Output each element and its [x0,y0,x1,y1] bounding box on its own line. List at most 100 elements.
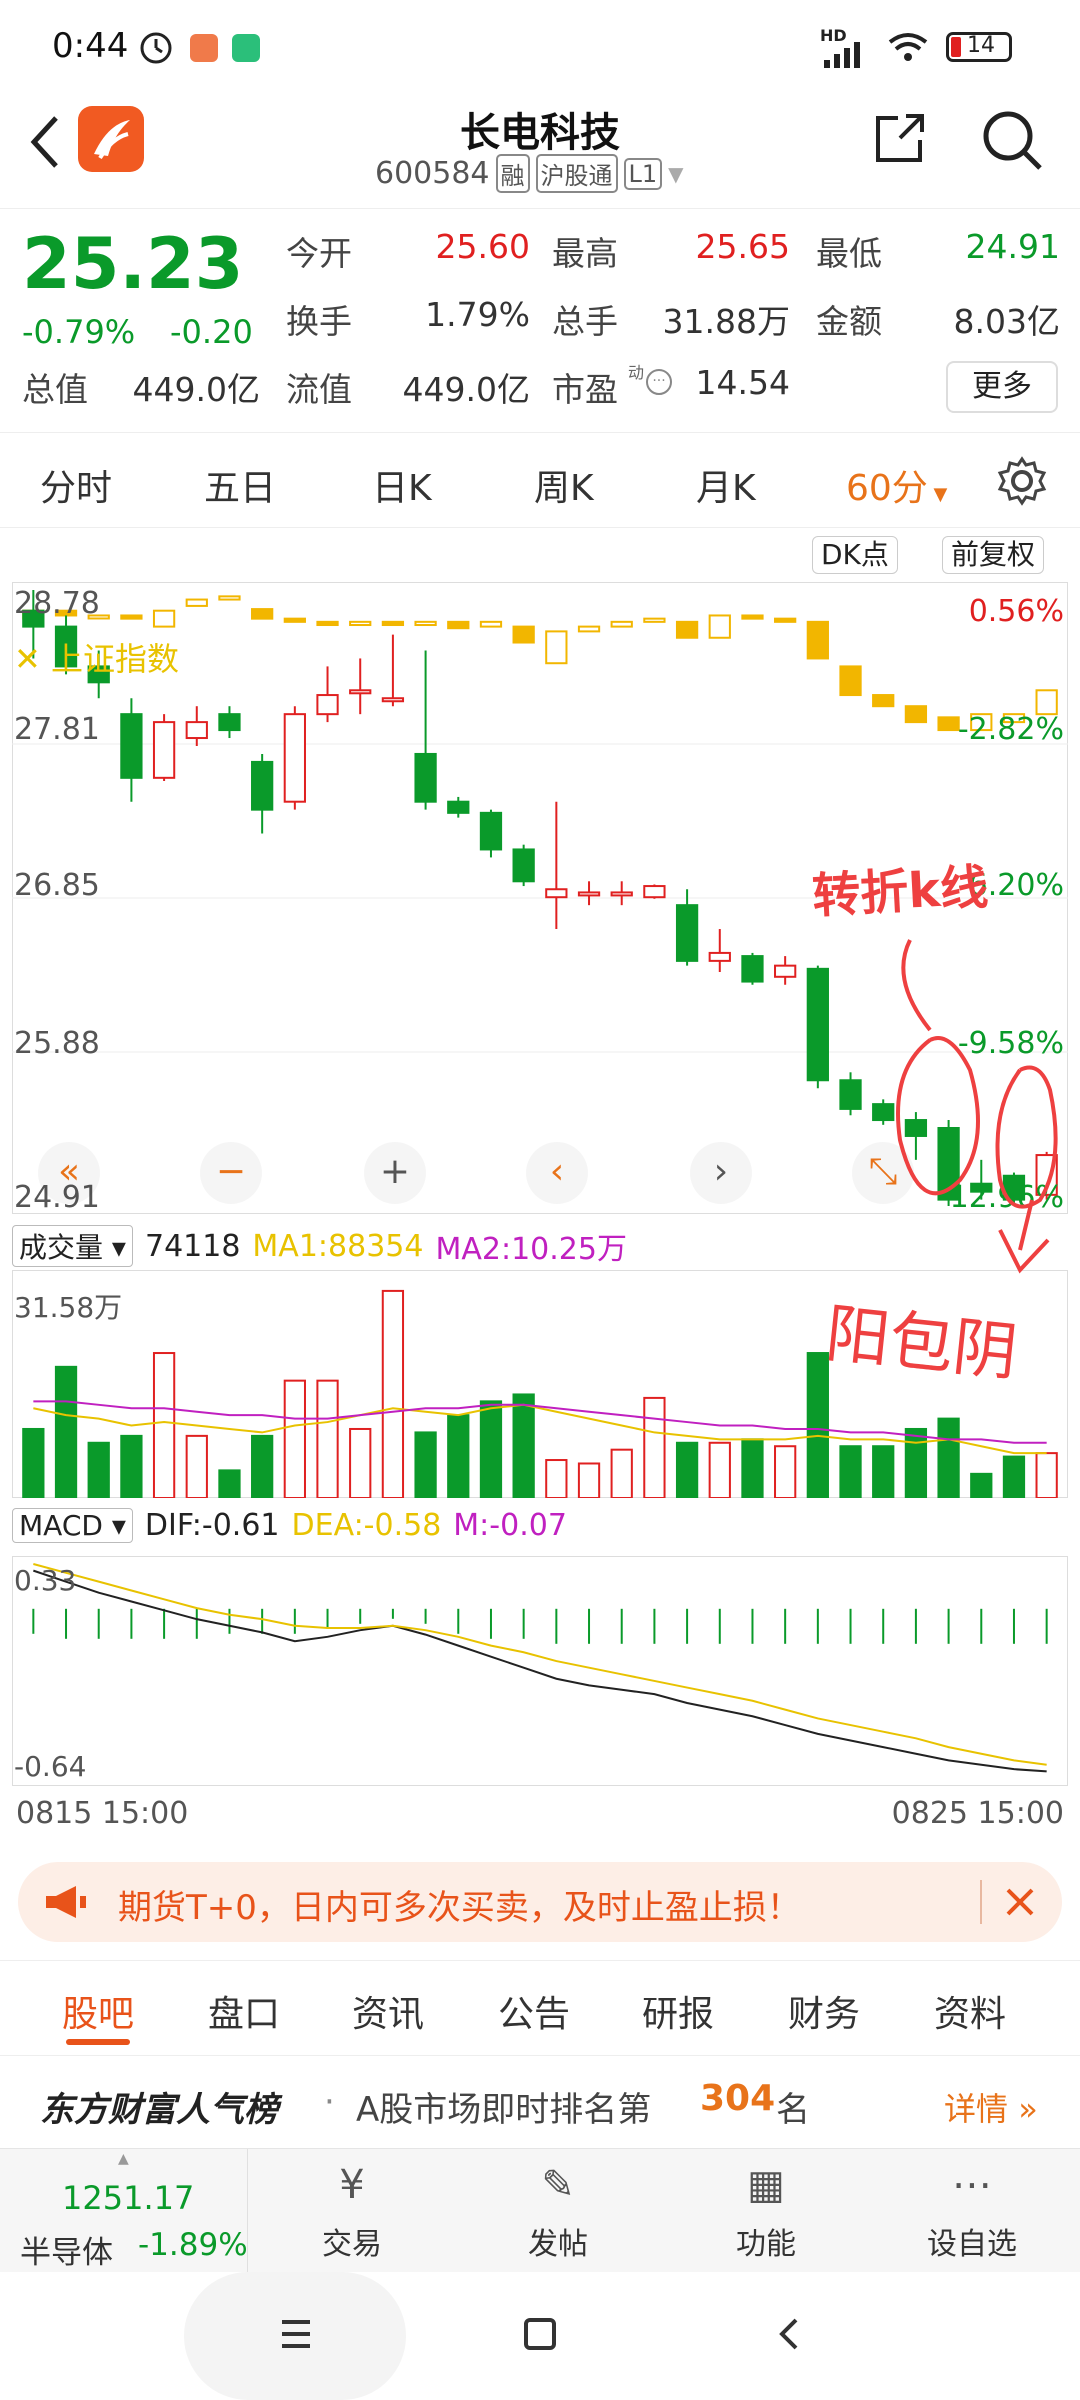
candle [283,713,306,803]
search-icon[interactable] [978,106,1046,174]
volume-bar [970,1472,993,1498]
close-icon[interactable] [1002,1884,1038,1920]
index-candle [577,625,601,633]
function-button[interactable]: ▦ 功能 [696,2159,836,2263]
tab-news[interactable]: 资讯 [352,1985,424,2037]
index-candle [545,630,568,665]
sector-name: 半导体 [20,2235,113,2271]
popularity-rank-row[interactable]: 东方财富人气榜 · A股市场即时排名第 304 名 详情 » [0,2058,1080,2148]
index-candle [872,694,895,708]
tab-monthly-k[interactable]: 月K [696,459,756,511]
volume-bar [1002,1455,1026,1498]
add-watchlist-button[interactable]: ⋯ 设自选 [902,2159,1042,2263]
tab-60min[interactable]: 60分 ▼ [846,459,947,511]
low-label: 最低 [816,234,882,273]
more-button[interactable]: 更多 [946,361,1058,413]
amount-value: 8.03亿 [953,302,1060,341]
low-value: 24.91 [965,227,1060,266]
post-button[interactable]: ✎ 发帖 [488,2159,628,2263]
price-axis-label-3: 25.88 [14,1026,100,1061]
app-notification-icon [190,34,218,62]
candle [708,951,731,962]
index-candle [316,620,339,627]
sector-index-widget[interactable]: ▲ 1251.17 半导体 -1.89% [0,2149,248,2273]
tab-daily-k[interactable]: 日K [372,459,432,511]
candle [218,713,241,732]
candle [577,891,601,897]
tab-announcements[interactable]: 公告 [498,1985,570,2037]
volume-indicator-select[interactable]: 成交量 ▾ [12,1225,133,1267]
index-candle [283,617,306,623]
share-icon[interactable] [870,108,930,168]
zoom-out-icon[interactable]: − [200,1142,262,1204]
volume-value: 74118 [144,1228,241,1264]
candle [839,1079,862,1110]
volume-bar [675,1441,699,1498]
float-cap-label: 流值 [286,370,352,409]
price-axis-label-0: 28.78 [14,586,100,621]
index-candle [349,620,372,627]
clock: 0:44 [52,26,129,66]
pe-superscript: 动 [628,363,645,382]
index-candle [904,705,928,724]
dropdown-icon[interactable]: ▼ [668,162,683,186]
scroll-left-fast-icon[interactable]: « [38,1142,100,1204]
period-tabs: 分时 五日 日K 周K 月K 60分 ▼ [0,432,1080,528]
macd-dif: DIF:-0.61 [144,1508,280,1543]
candle [152,721,176,779]
tab-intraday[interactable]: 分时 [40,459,112,511]
macd-chart[interactable] [12,1556,1068,1786]
volume-bar [708,1441,731,1498]
megaphone-icon [46,1886,86,1918]
tab-finance[interactable]: 财务 [788,1985,860,2037]
tab-forum[interactable]: 股吧 [62,1985,134,2037]
candle [545,888,568,899]
zoom-in-icon[interactable]: + [364,1142,426,1204]
volume-bar [545,1459,568,1498]
high-value: 25.65 [695,227,790,266]
more-info-icon[interactable]: ··· [646,369,672,395]
candle [741,955,764,983]
macd-dea: DEA:-0.58 [291,1508,442,1543]
index-candle [708,614,731,639]
macd-frame [12,1556,1068,1786]
candle [316,694,339,716]
settings-icon[interactable] [996,455,1048,507]
promo-banner[interactable]: 期货T+0，日内可多次买卖，及时止盈止损！ [18,1862,1062,1942]
nav-back-icon[interactable] [770,2314,810,2354]
tab-order-book[interactable]: 盘口 [208,1985,280,2037]
rank-text: A股市场即时排名第 [356,2090,652,2130]
turnover-label: 换手 [286,302,352,341]
open-label: 今开 [286,234,352,273]
signal-icon [824,42,860,68]
candle [349,689,372,695]
macd-m: M:-0.07 [453,1508,567,1543]
volume-bar [937,1417,960,1498]
tab-five-day[interactable]: 五日 [204,459,276,511]
scroll-left-icon[interactable]: ‹ [526,1142,588,1204]
adjust-button[interactable]: 前复权 [942,536,1045,574]
index-candle [185,598,208,607]
menu-icon[interactable] [276,2314,316,2354]
home-icon[interactable] [520,2314,560,2354]
tab-profile[interactable]: 资料 [934,1985,1006,2037]
rank-detail-link[interactable]: 详情 » [944,2084,1038,2130]
volume-bar [1035,1452,1058,1498]
open-value: 25.60 [435,227,530,266]
candle [512,848,535,883]
grid-icon: ▦ [747,2162,785,2208]
tab-weekly-k[interactable]: 周K [534,459,594,511]
stock-code-row[interactable]: 600584 融 沪股通 L1 ▼ [375,154,684,193]
scroll-right-icon[interactable]: › [690,1142,752,1204]
tab-research[interactable]: 研报 [642,1985,714,2037]
handwritten-annotations [896,939,1058,1274]
volume-label: 总手 [552,302,618,341]
volume-bar [414,1431,437,1498]
price-axis-label-2: 26.85 [14,868,100,903]
index-candle [251,608,274,620]
trade-button[interactable]: ¥ 交易 [282,2159,422,2263]
macd-indicator-select[interactable]: MACD ▾ [12,1508,133,1543]
index-candle [937,716,960,732]
sector-change: -1.89% [138,2227,248,2263]
dk-point-button[interactable]: DK点 [812,536,898,574]
